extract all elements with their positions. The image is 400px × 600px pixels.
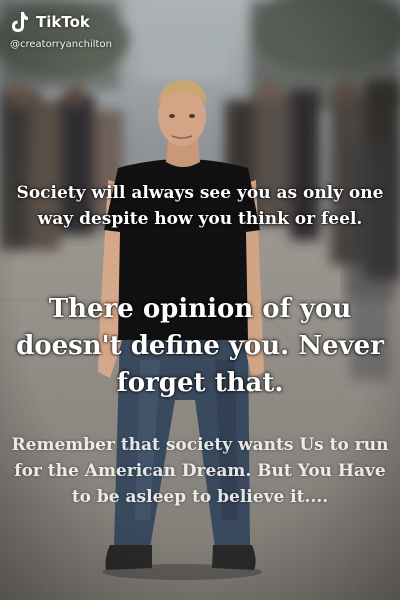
creator-handle: @creatorryanchilton xyxy=(10,39,112,50)
tiktok-note-icon xyxy=(12,12,28,32)
caption-block-3: Remember that society wants Us to run fo… xyxy=(11,435,389,507)
caption-block-2: There opinion of you doesn't define you.… xyxy=(16,294,384,398)
tiktok-brand-label: TikTok xyxy=(36,13,90,31)
caption-block-1: Society will always see you as only one … xyxy=(16,183,384,229)
tiktok-logo: TikTok xyxy=(8,10,90,34)
